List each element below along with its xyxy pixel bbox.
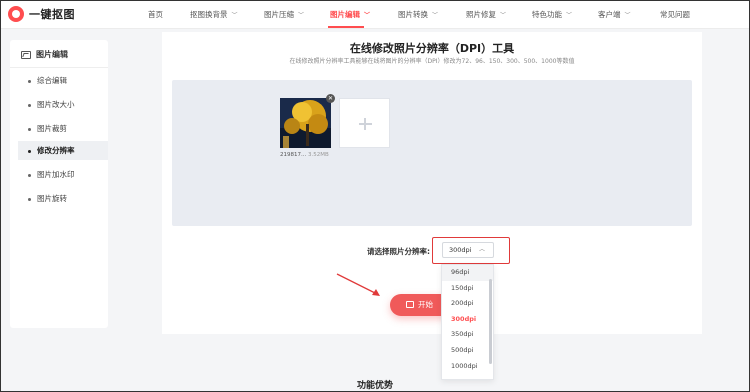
chevron-down-icon: ﹀ xyxy=(500,12,507,19)
add-image-button[interactable] xyxy=(339,98,390,148)
chevron-down-icon: ﹀ xyxy=(298,12,305,19)
nav-item-features[interactable]: 特色功能 ﹀ xyxy=(532,9,572,20)
dpi-option[interactable]: 96dpi xyxy=(442,265,493,281)
sidebar-item-comprehensive-edit[interactable]: 综合编辑 xyxy=(18,71,108,90)
logo-icon xyxy=(8,6,24,22)
dpi-label: 请选择照片分辨率: xyxy=(367,247,430,256)
nav-item-faq[interactable]: 常见问题 xyxy=(660,9,690,20)
convert-icon xyxy=(406,301,414,308)
annotation-arrow xyxy=(336,273,380,296)
chevron-down-icon: ﹀ xyxy=(364,12,371,19)
sidebar-item-crop[interactable]: 图片裁剪 xyxy=(18,119,108,138)
chevron-down-icon: ﹀ xyxy=(432,12,439,19)
logo-text: 一键抠图 xyxy=(29,8,75,21)
nav-item-repair[interactable]: 照片修复 ﹀ xyxy=(466,9,506,20)
site-logo[interactable]: 一键抠图 xyxy=(8,6,75,22)
dpi-option[interactable]: 350dpi xyxy=(442,327,493,343)
uploaded-image-thumbnail[interactable] xyxy=(280,98,331,148)
close-icon: ✕ xyxy=(327,95,334,102)
sidebar-title: 图片编辑 xyxy=(21,49,68,60)
sidebar-item-dpi[interactable]: 修改分辨率 xyxy=(18,141,108,160)
sidebar-item-rotate[interactable]: 图片旋转 xyxy=(18,189,108,208)
dpi-option[interactable]: 150dpi xyxy=(442,281,493,297)
file-size: 3.52MB xyxy=(308,152,329,158)
top-header: 一键抠图 首页 抠图换背景 ﹀ 图片压缩 ﹀ 图片编辑 ﹀ 图片转换 ﹀ 照片修复 ﹀ 特… xyxy=(0,0,750,29)
upload-area[interactable]: ✕ 219817... 3.52MB xyxy=(172,80,692,226)
nav-item-cutout[interactable]: 抠图换背景 ﹀ xyxy=(190,9,238,20)
dpi-select[interactable]: 300dpi ︿ xyxy=(442,242,494,258)
sidebar-item-resize[interactable]: 图片改大小 xyxy=(18,95,108,114)
dpi-dropdown-list: 96dpi 150dpi 200dpi 300dpi 350dpi 500dpi… xyxy=(441,264,494,380)
nav-item-client[interactable]: 客户端 ﹀ xyxy=(598,9,631,20)
nav-active-indicator xyxy=(328,26,364,28)
nav-item-convert[interactable]: 图片转换 ﹀ xyxy=(398,9,438,20)
main-panel: 在线修改照片分辨率（DPI）工具 在线修改照片分辨率工具能够在线将图片的分辨率（… xyxy=(162,32,702,334)
nav-item-home[interactable]: 首页 xyxy=(148,9,163,20)
sidebar: 图片编辑 综合编辑 图片改大小 图片裁剪 修改分辨率 图片加水印 图片旋转 xyxy=(10,40,108,328)
dropdown-scrollbar[interactable] xyxy=(489,279,492,364)
section-title: 功能优势 xyxy=(356,381,393,391)
sidebar-divider xyxy=(10,67,108,68)
sidebar-item-watermark[interactable]: 图片加水印 xyxy=(18,165,108,184)
image-icon xyxy=(21,50,31,59)
nav-item-edit[interactable]: 图片编辑 ﹀ xyxy=(330,9,370,20)
chevron-down-icon: ﹀ xyxy=(231,12,238,19)
chevron-up-icon: ︿ xyxy=(478,246,485,253)
dpi-option[interactable]: 200dpi xyxy=(442,296,493,312)
dpi-option[interactable]: 1000dpi xyxy=(442,359,493,375)
remove-image-button[interactable]: ✕ xyxy=(326,94,335,103)
file-name: 219817... xyxy=(280,152,307,158)
page-subtitle: 在线修改照片分辨率工具能够在线将图片的分辨率（DPI）修改为72、96、150、… xyxy=(289,58,575,65)
dpi-option-selected[interactable]: 300dpi xyxy=(442,312,493,328)
dpi-option[interactable]: 500dpi xyxy=(442,343,493,359)
chevron-down-icon: ﹀ xyxy=(566,12,573,19)
chevron-down-icon: ﹀ xyxy=(624,12,631,19)
page-title: 在线修改照片分辨率（DPI）工具 xyxy=(349,42,515,55)
nav-item-compress[interactable]: 图片压缩 ﹀ xyxy=(264,9,304,20)
